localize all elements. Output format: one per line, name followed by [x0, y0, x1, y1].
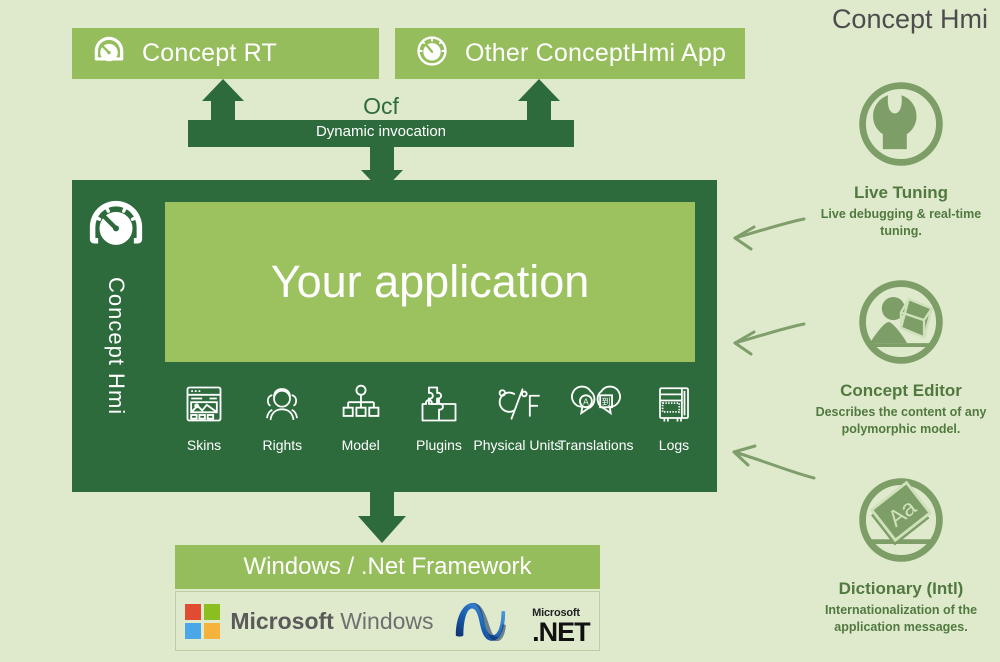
ocf-title: Ocf	[363, 93, 399, 119]
tool-live-tuning-description: Live debugging & real-time tuning.	[820, 207, 982, 238]
logs-icon	[653, 378, 695, 430]
microsoft-windows-wordmark: Microsoft Windows	[230, 608, 433, 635]
gauge-icon	[90, 32, 128, 75]
feature-translations[interactable]: A 到 Translations	[557, 378, 635, 453]
page-title: Concept Hmi	[831, 4, 988, 34]
physical-units-icon	[492, 378, 542, 430]
feature-physical-units-label: Physical Units	[473, 437, 562, 453]
tool-dictionary-description: Internationalization of the application …	[824, 603, 978, 634]
rights-icon	[259, 378, 305, 430]
framework-rail: Concept Hmi	[72, 180, 160, 492]
callout-arrow-live-tuning-icon	[722, 205, 808, 262]
windows-product: Windows	[340, 607, 434, 634]
feature-physical-units[interactable]: Physical Units	[473, 378, 561, 453]
microsoft-windows-logo: Microsoft Windows	[185, 603, 434, 639]
platform-logo-strip: Microsoft Windows Microsoft .NET	[175, 591, 600, 651]
box-concept-rt-label: Concept RT	[142, 39, 277, 67]
gauge-icon	[413, 32, 451, 75]
skins-icon	[182, 378, 226, 430]
svg-text:到: 到	[601, 396, 610, 408]
feature-model[interactable]: Model	[322, 378, 400, 453]
feature-translations-label: Translations	[557, 437, 634, 453]
concept-hmi-framework-box: Concept Hmi Your application Skins Right…	[72, 180, 717, 492]
tool-live-tuning[interactable]: Live Tuning Live debugging & real-time t…	[812, 76, 990, 240]
platform-arrow-shaft	[370, 492, 394, 518]
windows-squares-icon	[185, 603, 221, 639]
translations-icon: A 到	[570, 378, 622, 430]
platform-title-bar: Windows / .Net Framework	[175, 545, 600, 589]
box-concept-rt[interactable]: Concept RT	[72, 28, 379, 79]
dotnet-swoosh-icon	[452, 597, 528, 646]
feature-skins[interactable]: Skins	[165, 378, 243, 453]
feature-skins-label: Skins	[186, 437, 222, 453]
feature-logs[interactable]: Logs	[635, 378, 713, 453]
ocf-down-arrow-shaft	[370, 146, 394, 172]
tool-concept-editor-title: Concept Editor	[840, 381, 962, 400]
box-other-concepthmi-app[interactable]: Other ConceptHmi App	[395, 28, 745, 79]
callout-arrow-dictionary-icon	[722, 430, 818, 497]
feature-icon-row: Skins Rights Model Plugins Physical Unit…	[165, 378, 713, 473]
feature-rights[interactable]: Rights	[243, 378, 321, 453]
callout-arrow-concept-editor-icon	[722, 310, 808, 367]
gauge-icon	[83, 194, 149, 265]
feature-model-label: Model	[341, 437, 380, 453]
dotnet-logo: Microsoft .NET	[452, 597, 591, 647]
plugins-icon	[417, 378, 461, 430]
tool-live-tuning-title: Live Tuning	[853, 183, 949, 202]
tool-concept-editor-description: Describes the content of any polymorphic…	[815, 405, 987, 436]
microsoft-brand: Microsoft	[230, 607, 334, 634]
dotnet-wordmark: Microsoft .NET	[532, 607, 591, 647]
dotnet-word: .NET	[532, 616, 591, 647]
diagram-canvas: Concept Hmi Concept RT Other ConceptHmi …	[0, 0, 1000, 662]
feature-plugins-label: Plugins	[416, 437, 462, 453]
framework-rail-label: Concept Hmi	[104, 277, 129, 416]
tool-dictionary[interactable]: Aa Dictionary (Intl) Internationalizatio…	[812, 472, 990, 636]
model-icon	[339, 378, 383, 430]
platform-title-label: Windows / .Net Framework	[243, 553, 532, 580]
feature-plugins[interactable]: Plugins	[400, 378, 478, 453]
landscape-circle-icon	[853, 274, 949, 375]
your-application-panel: Your application	[165, 202, 695, 362]
aa-card-circle-icon: Aa	[853, 472, 949, 573]
tool-concept-editor[interactable]: Concept Editor Describes the content of …	[812, 274, 990, 438]
your-application-label: Your application	[270, 256, 590, 307]
ocf-subtitle: Dynamic invocation	[315, 123, 447, 140]
svg-text:A: A	[583, 397, 589, 406]
feature-rights-label: Rights	[262, 437, 303, 453]
platform-arrow-head	[358, 516, 406, 543]
wrench-circle-icon	[853, 76, 949, 177]
feature-logs-label: Logs	[658, 437, 690, 453]
box-other-concepthmi-app-label: Other ConceptHmi App	[465, 39, 727, 67]
tool-dictionary-title: Dictionary (Intl)	[838, 579, 964, 598]
